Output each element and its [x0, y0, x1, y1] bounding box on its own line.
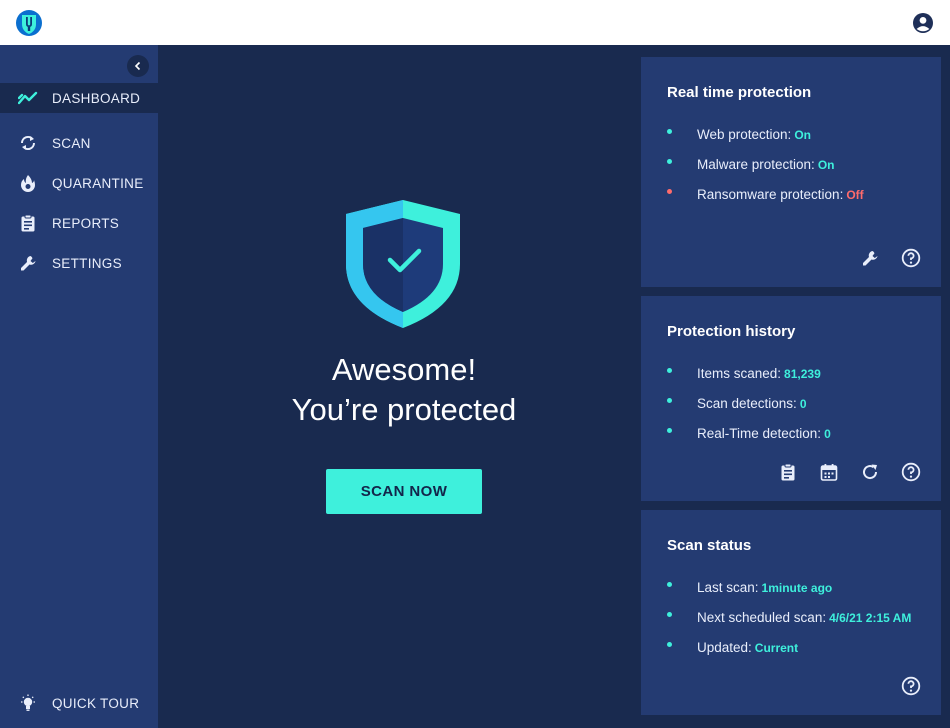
shield-logo-icon[interactable] — [16, 10, 42, 36]
card-title: Real time protection — [667, 84, 812, 101]
list-item: Real-Time detection: 0 — [667, 418, 831, 448]
list-item: Web protection: On — [667, 119, 864, 149]
quick-tour-label: QUICK TOUR — [52, 695, 140, 711]
calendar-icon[interactable] — [819, 462, 839, 482]
help-icon[interactable] — [901, 676, 921, 696]
scan-value: 4/6/21 2:15 AM — [829, 611, 912, 625]
card-actions — [860, 248, 921, 268]
item-label: Items scaned: — [697, 365, 782, 381]
hero-subheading: You’re protected — [291, 392, 517, 427]
bullet — [667, 581, 672, 587]
shield-check-icon — [346, 200, 460, 328]
top-bar — [0, 0, 950, 45]
sidebar-nav: DASHBOARD SCAN QUARANTINE REPORTS SETTIN… — [0, 83, 158, 283]
refresh-icon — [18, 133, 38, 153]
wrench-icon — [18, 253, 38, 273]
sidebar-item-label: REPORTS — [52, 215, 120, 231]
real-time-protection-card: Real time protection Web protection: On … — [641, 57, 941, 287]
help-icon[interactable] — [901, 248, 921, 268]
trend-icon — [18, 88, 38, 108]
count-value: 81,239 — [784, 367, 821, 381]
item-label: Real-Time detection: — [697, 425, 822, 441]
card-actions — [901, 676, 921, 696]
list-item: Last scan: 1minute ago — [667, 572, 911, 602]
status-value: Off — [846, 188, 864, 202]
bullet — [667, 188, 672, 194]
sidebar-item-label: QUARANTINE — [52, 175, 144, 191]
list-item: Next scheduled scan: 4/6/21 2:15 AM — [667, 602, 911, 632]
status-value: On — [794, 128, 811, 142]
count-value: 0 — [799, 397, 807, 411]
list-item: Ransomware protection: Off — [667, 179, 864, 209]
card-title: Protection history — [667, 323, 796, 340]
item-label: Updated: — [697, 639, 752, 655]
bullet — [667, 427, 672, 433]
collapse-sidebar-button[interactable] — [127, 55, 149, 77]
sidebar: DASHBOARD SCAN QUARANTINE REPORTS SETTIN… — [0, 45, 158, 728]
bullet — [667, 128, 672, 134]
sidebar-item-label: DASHBOARD — [52, 90, 141, 106]
help-icon[interactable] — [901, 462, 921, 482]
scan-status-list: Last scan: 1minute ago Next scheduled sc… — [667, 572, 911, 662]
item-label: Scan detections: — [697, 395, 797, 411]
status-value: On — [817, 158, 835, 172]
refresh-icon[interactable] — [860, 462, 880, 482]
bullet — [667, 641, 672, 647]
scan-now-button[interactable]: SCAN NOW — [326, 469, 482, 514]
list-item: Updated: Current — [667, 632, 911, 662]
user-account-icon[interactable] — [912, 12, 934, 34]
chevron-left-icon — [134, 61, 141, 71]
item-label: Malware protection: — [697, 156, 815, 172]
count-value: 0 — [824, 427, 831, 441]
bullet — [667, 397, 672, 403]
sidebar-item-dashboard[interactable]: DASHBOARD — [0, 83, 158, 113]
item-label: Next scheduled scan: — [697, 609, 827, 625]
clipboard-icon — [18, 213, 38, 233]
clipboard-icon[interactable] — [778, 462, 798, 482]
history-list: Items scaned: 81,239 Scan detections: 0 … — [667, 358, 831, 448]
status-list: Web protection: On Malware protection: O… — [667, 119, 864, 209]
sidebar-item-label: SCAN — [52, 135, 91, 151]
card-title: Scan status — [667, 537, 752, 554]
protection-history-card: Protection history Items scaned: 81,239 … — [641, 296, 941, 501]
item-label: Ransomware protection: — [697, 186, 844, 202]
scan-value: 1minute ago — [761, 581, 833, 595]
list-item: Scan detections: 0 — [667, 388, 831, 418]
scan-value: Current — [754, 641, 799, 655]
sidebar-item-scan[interactable]: SCAN — [0, 123, 158, 163]
wrench-icon[interactable] — [860, 248, 880, 268]
dashboard-main: Awesome! You’re protected SCAN NOW — [158, 45, 641, 728]
card-actions — [778, 462, 921, 482]
sidebar-item-settings[interactable]: SETTINGS — [0, 243, 158, 283]
sidebar-item-quarantine[interactable]: QUARANTINE — [0, 163, 158, 203]
scan-status-card: Scan status Last scan: 1minute ago Next … — [641, 510, 941, 715]
flame-icon — [18, 173, 38, 193]
list-item: Malware protection: On — [667, 149, 864, 179]
bullet — [667, 611, 672, 617]
hero-heading: Awesome! — [331, 352, 477, 387]
sidebar-item-reports[interactable]: REPORTS — [0, 203, 158, 243]
item-label: Last scan: — [697, 579, 759, 595]
lightbulb-icon — [18, 693, 38, 713]
bullet — [667, 158, 672, 164]
list-item: Items scaned: 81,239 — [667, 358, 831, 388]
bullet — [667, 367, 672, 373]
sidebar-item-label: SETTINGS — [52, 255, 122, 271]
item-label: Web protection: — [697, 126, 792, 142]
quick-tour-button[interactable]: QUICK TOUR — [18, 693, 139, 713]
